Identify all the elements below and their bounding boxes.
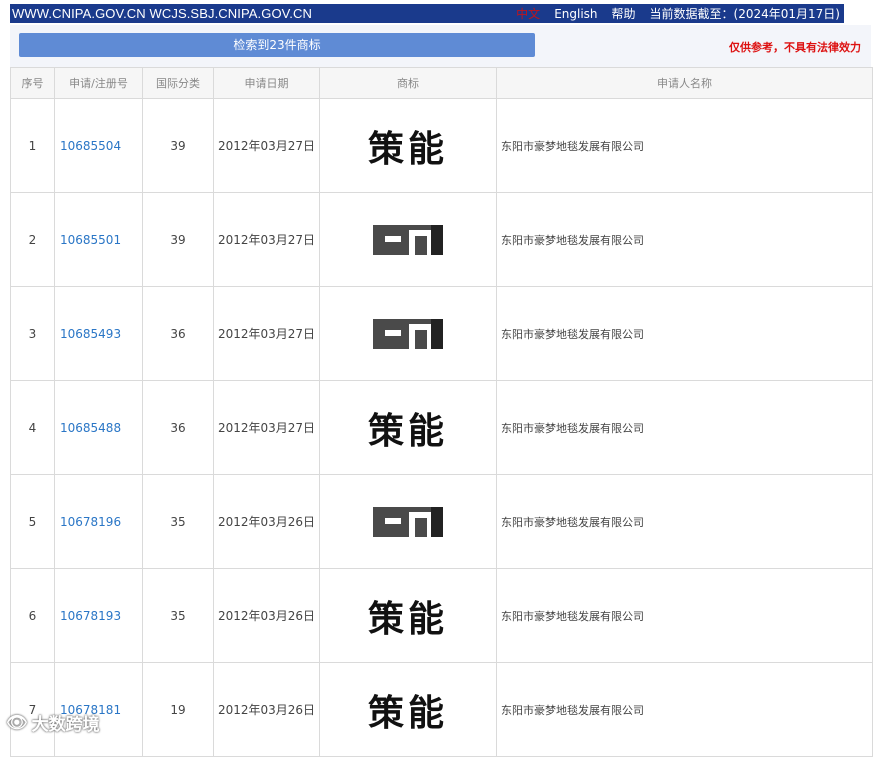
intl-class: 36	[142, 286, 214, 381]
application-date: 2012年03月27日	[213, 192, 320, 287]
trademark-image[interactable]	[319, 192, 497, 287]
top-bar-links: 中文 English 帮助 当前数据截至：(2024年01月17日)	[516, 5, 840, 22]
table-row[interactable]: 4 10685488 36 2012年03月27日 策能 东阳市豪梦地毯发展有限公司	[10, 380, 873, 475]
intl-class: 35	[142, 568, 214, 663]
application-date: 2012年03月26日	[213, 662, 320, 757]
intl-class: 35	[142, 474, 214, 569]
trademark-text: 策能	[367, 128, 448, 170]
owner-name: 东阳市豪梦地毯发展有限公司	[496, 474, 873, 569]
reg-number-link[interactable]: 10678193	[56, 609, 141, 623]
table-row[interactable]: 5 10678196 35 2012年03月26日 东阳市豪梦地毯发展有限公司	[10, 474, 873, 569]
application-date: 2012年03月27日	[213, 380, 320, 475]
header-owner[interactable]: 申请人名称	[496, 67, 873, 99]
owner-name: 东阳市豪梦地毯发展有限公司	[496, 286, 873, 381]
header-date[interactable]: 申请日期	[213, 67, 320, 99]
trademark-text: 策能	[367, 410, 448, 452]
application-date: 2012年03月27日	[213, 286, 320, 381]
table-row[interactable]: 3 10685493 36 2012年03月27日 东阳市豪梦地毯发展有限公司	[10, 286, 873, 381]
header-trademark: 商标	[319, 67, 497, 99]
owner-name: 东阳市豪梦地毯发展有限公司	[496, 662, 873, 757]
row-index: 5	[10, 474, 55, 569]
reg-number-link[interactable]: 10685501	[56, 233, 141, 247]
row-index: 1	[10, 98, 55, 193]
top-bar: WWW.CNIPA.GOV.CN WCJS.SBJ.CNIPA.GOV.CN 中…	[10, 4, 844, 23]
cn-logo-mark	[373, 506, 443, 537]
intl-class: 39	[142, 98, 214, 193]
result-count-button[interactable]: 检索到23件商标	[19, 33, 535, 57]
trademark-image[interactable]: 策能	[319, 662, 497, 757]
eye-logo-icon: 👁	[6, 712, 28, 733]
table-row[interactable]: 1 10685504 39 2012年03月27日 策能 东阳市豪梦地毯发展有限公司	[10, 98, 873, 193]
result-summary-bar: 检索到23件商标 仅供参考，不具有法律效力	[10, 25, 871, 67]
trademark-image[interactable]: 策能	[319, 380, 497, 475]
cn-logo-mark	[373, 318, 443, 349]
disclaimer-text: 仅供参考，不具有法律效力	[729, 41, 861, 54]
header-index[interactable]: 序号	[10, 67, 55, 99]
row-index: 2	[10, 192, 55, 287]
trademark-image[interactable]	[319, 286, 497, 381]
trademark-image[interactable]: 策能	[319, 568, 497, 663]
owner-name: 东阳市豪梦地毯发展有限公司	[496, 568, 873, 663]
header-class[interactable]: 国际分类	[142, 67, 214, 99]
trademark-text: 策能	[367, 692, 448, 734]
application-date: 2012年03月26日	[213, 474, 320, 569]
reg-number-link[interactable]: 10685493	[56, 327, 141, 341]
intl-class: 19	[142, 662, 214, 757]
trademark-image[interactable]	[319, 474, 497, 569]
owner-name: 东阳市豪梦地毯发展有限公司	[496, 192, 873, 287]
results-table: 序号 申请/注册号 国际分类 申请日期 商标 申请人名称 1 10685504 39…	[10, 67, 873, 757]
trademark-image[interactable]: 策能	[319, 98, 497, 193]
table-row[interactable]: 6 10678193 35 2012年03月26日 策能 东阳市豪梦地毯发展有限公司	[10, 568, 873, 663]
help-link[interactable]: 帮助	[612, 5, 636, 22]
cn-logo-mark	[373, 224, 443, 255]
reg-number-link[interactable]: 10685488	[56, 421, 141, 435]
reg-number-link[interactable]: 10685504	[56, 139, 141, 153]
intl-class: 36	[142, 380, 214, 475]
lang-chinese-link[interactable]: 中文	[516, 5, 540, 22]
lang-english-link[interactable]: English	[554, 7, 597, 21]
reg-number-link[interactable]: 10678196	[56, 515, 141, 529]
watermark-text: 大数跨境	[31, 715, 100, 735]
row-index: 6	[10, 568, 55, 663]
table-row[interactable]: 7 10678181 19 2012年03月26日 策能 东阳市豪梦地毯发展有限公司	[10, 662, 873, 757]
owner-name: 东阳市豪梦地毯发展有限公司	[496, 380, 873, 475]
application-date: 2012年03月26日	[213, 568, 320, 663]
application-date: 2012年03月27日	[213, 98, 320, 193]
table-row[interactable]: 2 10685501 39 2012年03月27日 东阳市豪梦地毯发展有限公司	[10, 192, 873, 287]
owner-name: 东阳市豪梦地毯发展有限公司	[496, 98, 873, 193]
table-header-row: 序号 申请/注册号 国际分类 申请日期 商标 申请人名称	[10, 67, 873, 99]
data-cutoff-text: 当前数据截至：(2024年01月17日)	[649, 7, 840, 21]
intl-class: 39	[142, 192, 214, 287]
row-index: 3	[10, 286, 55, 381]
trademark-text: 策能	[367, 598, 448, 640]
row-index: 4	[10, 380, 55, 475]
watermark-logo: 👁 大数跨境	[6, 710, 100, 736]
header-reg-number[interactable]: 申请/注册号	[54, 67, 143, 99]
site-urls: WWW.CNIPA.GOV.CN WCJS.SBJ.CNIPA.GOV.CN	[12, 6, 312, 21]
